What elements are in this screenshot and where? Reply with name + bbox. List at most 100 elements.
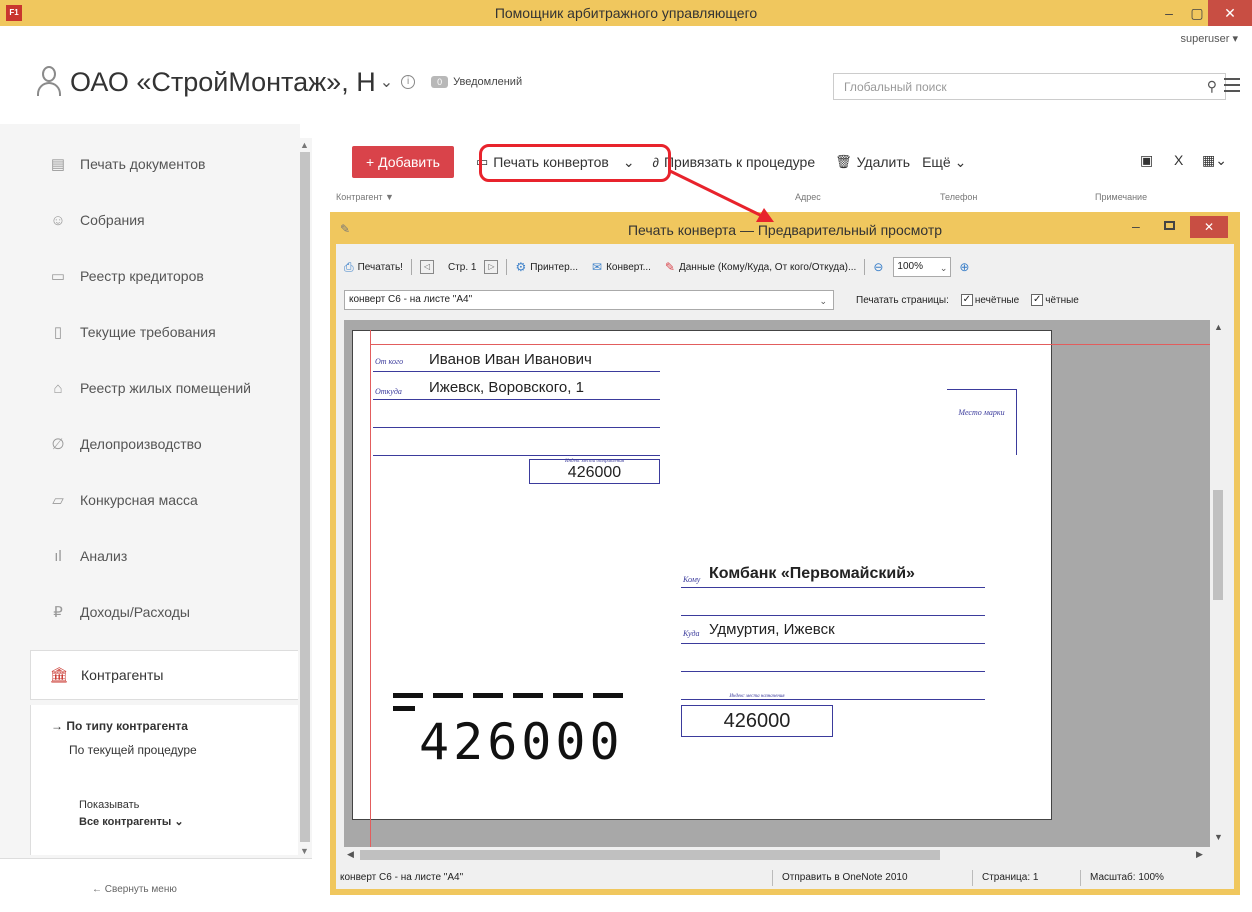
- dialog-titlebar: ✎ Печать конверта — Предварительный прос…: [330, 212, 1240, 244]
- close-button[interactable]: ✕: [1208, 0, 1252, 26]
- collapse-menu-button[interactable]: ← Свернуть меню: [92, 884, 177, 895]
- chart-icon: ıl: [54, 547, 62, 565]
- dest-index-caption: Индекс места назначения: [729, 694, 785, 699]
- excel-export-button[interactable]: X: [1174, 152, 1183, 168]
- notification-count[interactable]: 0: [431, 76, 449, 88]
- zoom-select[interactable]: 100% ⌄: [893, 257, 952, 277]
- zoom-in-icon[interactable]: ⊕: [959, 260, 973, 274]
- sidebar-item-housing[interactable]: ⌂ Реестр жилых помещений: [30, 360, 298, 416]
- dialog-title: Печать конверта — Предварительный просмо…: [627, 222, 943, 238]
- sidebar-scrollbar[interactable]: ▲ ▼: [298, 138, 312, 858]
- window-title: Помощник арбитражного управляющего: [494, 5, 758, 21]
- scrollbar-thumb[interactable]: [300, 152, 310, 842]
- sidebar-item-creditors[interactable]: ▭ Реестр кредиторов: [30, 248, 298, 304]
- minimize-button[interactable]: –: [1155, 0, 1183, 26]
- status-scale: Масштаб: 100%: [1090, 872, 1164, 883]
- sidebar-item-current-claims[interactable]: ▯ Текущие требования: [30, 304, 298, 360]
- postal-code-large: 426000: [419, 713, 624, 771]
- sidebar-item-income[interactable]: ₽ Доходы/Расходы: [30, 584, 298, 640]
- search-input[interactable]: [834, 74, 1174, 99]
- sidebar-item-paperwork[interactable]: ∅ Делопроизводство: [30, 416, 298, 472]
- column-header-phone[interactable]: Телефон: [940, 192, 977, 202]
- attach-to-procedure-button[interactable]: ∂ Привязать к процедуре: [653, 154, 816, 170]
- user-menu[interactable]: superuser ▾: [1181, 32, 1239, 45]
- printer-settings-icon: ⚙: [515, 260, 527, 274]
- print-pages-label: Печатать страницы:: [856, 294, 949, 306]
- info-icon[interactable]: i: [401, 75, 416, 89]
- dialog-maximize-button[interactable]: [1164, 221, 1175, 230]
- meeting-icon: ☺: [50, 211, 66, 229]
- envelope-data-button[interactable]: ✎ Данные (Кому/Куда, От кого/Откуда)...: [665, 260, 856, 274]
- print-now-button[interactable]: ⎙ Печатать!: [344, 260, 403, 275]
- envelope-icon: ✉: [592, 260, 603, 274]
- scroll-left-icon[interactable]: ◀: [347, 849, 354, 860]
- org-name[interactable]: ОАО «СтройМонтаж», Н: [70, 67, 376, 98]
- sidebar-item-counterparties[interactable]: 🏛 Контрагенты: [30, 650, 298, 700]
- next-page-icon[interactable]: ▷: [484, 260, 499, 274]
- sender-index: 426000: [567, 464, 622, 481]
- sidebar-item-print-docs[interactable]: ▤ Печать документов: [30, 136, 298, 192]
- odd-pages-checkbox[interactable]: ✓ нечётные: [960, 294, 1019, 306]
- sidebar-item-analysis[interactable]: ıl Анализ: [30, 528, 298, 584]
- house-icon: ⌂: [53, 379, 63, 397]
- from-value: Иванов Иван Иванович: [429, 351, 592, 368]
- status-page: Страница: 1: [982, 872, 1039, 883]
- hamburger-menu-icon[interactable]: [1224, 78, 1240, 92]
- scroll-up-icon[interactable]: ▲: [300, 140, 309, 150]
- column-header-address[interactable]: Адрес: [795, 192, 821, 202]
- send-to-onenote[interactable]: Отправить в OneNote 2010: [782, 872, 908, 883]
- checkmark-icon: ✓: [1031, 294, 1044, 306]
- org-header: ОАО «СтройМонтаж», Н ⌄ i 0 Уведомлений: [36, 62, 522, 102]
- scrollbar-thumb[interactable]: [360, 850, 940, 860]
- notification-label[interactable]: Уведомлений: [453, 76, 522, 88]
- trash-icon: 🗑: [835, 154, 852, 169]
- global-search: ⚲: [833, 73, 1226, 100]
- dialog-options-row: конверт С6 - на листе "А4" ⌄ Печатать стр…: [344, 288, 1079, 312]
- dialog-statusbar: конверт С6 - на листе "А4" Отправить в O…: [336, 867, 1234, 889]
- filter-by-procedure[interactable]: По текущей процедуре: [69, 743, 197, 757]
- envelope-page: От кого Иванов Иван Иванович Откуда Ижев…: [352, 330, 1052, 820]
- delete-button[interactable]: 🗑 Удалить: [835, 154, 910, 170]
- printer-settings-button[interactable]: ⚙ Принтер...: [515, 260, 578, 274]
- print-preview-dialog: ✎ Печать конверта — Предварительный прос…: [330, 212, 1240, 895]
- zoom-out-icon[interactable]: ⊖: [873, 260, 887, 274]
- preview-vertical-scrollbar[interactable]: ▲ ▼: [1210, 320, 1226, 847]
- column-header-counterparty[interactable]: Контрагент ▼: [336, 192, 394, 202]
- envelope-settings-button[interactable]: ✉ Конверт...: [592, 260, 651, 274]
- sidebar-item-estate[interactable]: ▱ Конкурсная масса: [30, 472, 298, 528]
- search-icon[interactable]: ⚲: [1207, 78, 1217, 95]
- preview-horizontal-scrollbar[interactable]: ◀ ▶: [344, 847, 1210, 863]
- export-dropdown-icon[interactable]: ▦⌄: [1202, 152, 1227, 169]
- checkmark-icon: ✓: [960, 294, 973, 306]
- envelope-format-select[interactable]: конверт С6 - на листе "А4" ⌄: [344, 290, 834, 310]
- window-titlebar: F1 Помощник арбитражного управляющего – …: [0, 0, 1252, 26]
- printer-icon: ⎙: [344, 259, 354, 274]
- sidebar-item-meetings[interactable]: ☺ Собрания: [30, 192, 298, 248]
- dialog-close-button[interactable]: ✕: [1190, 216, 1228, 238]
- annotation-highlight: [479, 144, 671, 182]
- scroll-up-icon[interactable]: ▲: [1214, 322, 1223, 332]
- chevron-down-icon[interactable]: ⌄: [380, 72, 393, 92]
- add-button[interactable]: + Добавить: [352, 146, 454, 178]
- more-button[interactable]: Ещё ⌄: [922, 154, 966, 171]
- table-header: Контрагент ▼ Адрес Телефон Примечание: [330, 192, 1250, 206]
- from-label: От кого: [375, 357, 404, 366]
- filter-by-type[interactable]: → По типу контрагента: [51, 719, 188, 733]
- chevron-down-icon: ⌄: [939, 263, 948, 273]
- show-filter-dropdown[interactable]: Все контрагенты ⌄: [79, 815, 184, 828]
- print-icon[interactable]: ▣: [1140, 152, 1153, 169]
- scrollbar-thumb[interactable]: [1213, 490, 1223, 600]
- paperclip-icon: ∅: [51, 436, 65, 453]
- ruble-icon: ₽: [53, 604, 63, 621]
- to-address-label: Куда: [683, 629, 700, 638]
- scroll-down-icon[interactable]: ▼: [1214, 832, 1223, 842]
- scroll-right-icon[interactable]: ▶: [1196, 849, 1203, 860]
- maximize-button[interactable]: ▢: [1183, 0, 1211, 26]
- dialog-minimize-button[interactable]: –: [1132, 218, 1140, 234]
- stamp-placeholder: Место марки: [947, 389, 1017, 455]
- scroll-down-icon[interactable]: ▼: [300, 846, 309, 856]
- prev-page-icon[interactable]: ◁: [419, 260, 434, 274]
- even-pages-checkbox[interactable]: ✓ чётные: [1031, 294, 1079, 306]
- column-header-note[interactable]: Примечание: [1095, 192, 1147, 202]
- phone-icon: ▯: [53, 324, 63, 341]
